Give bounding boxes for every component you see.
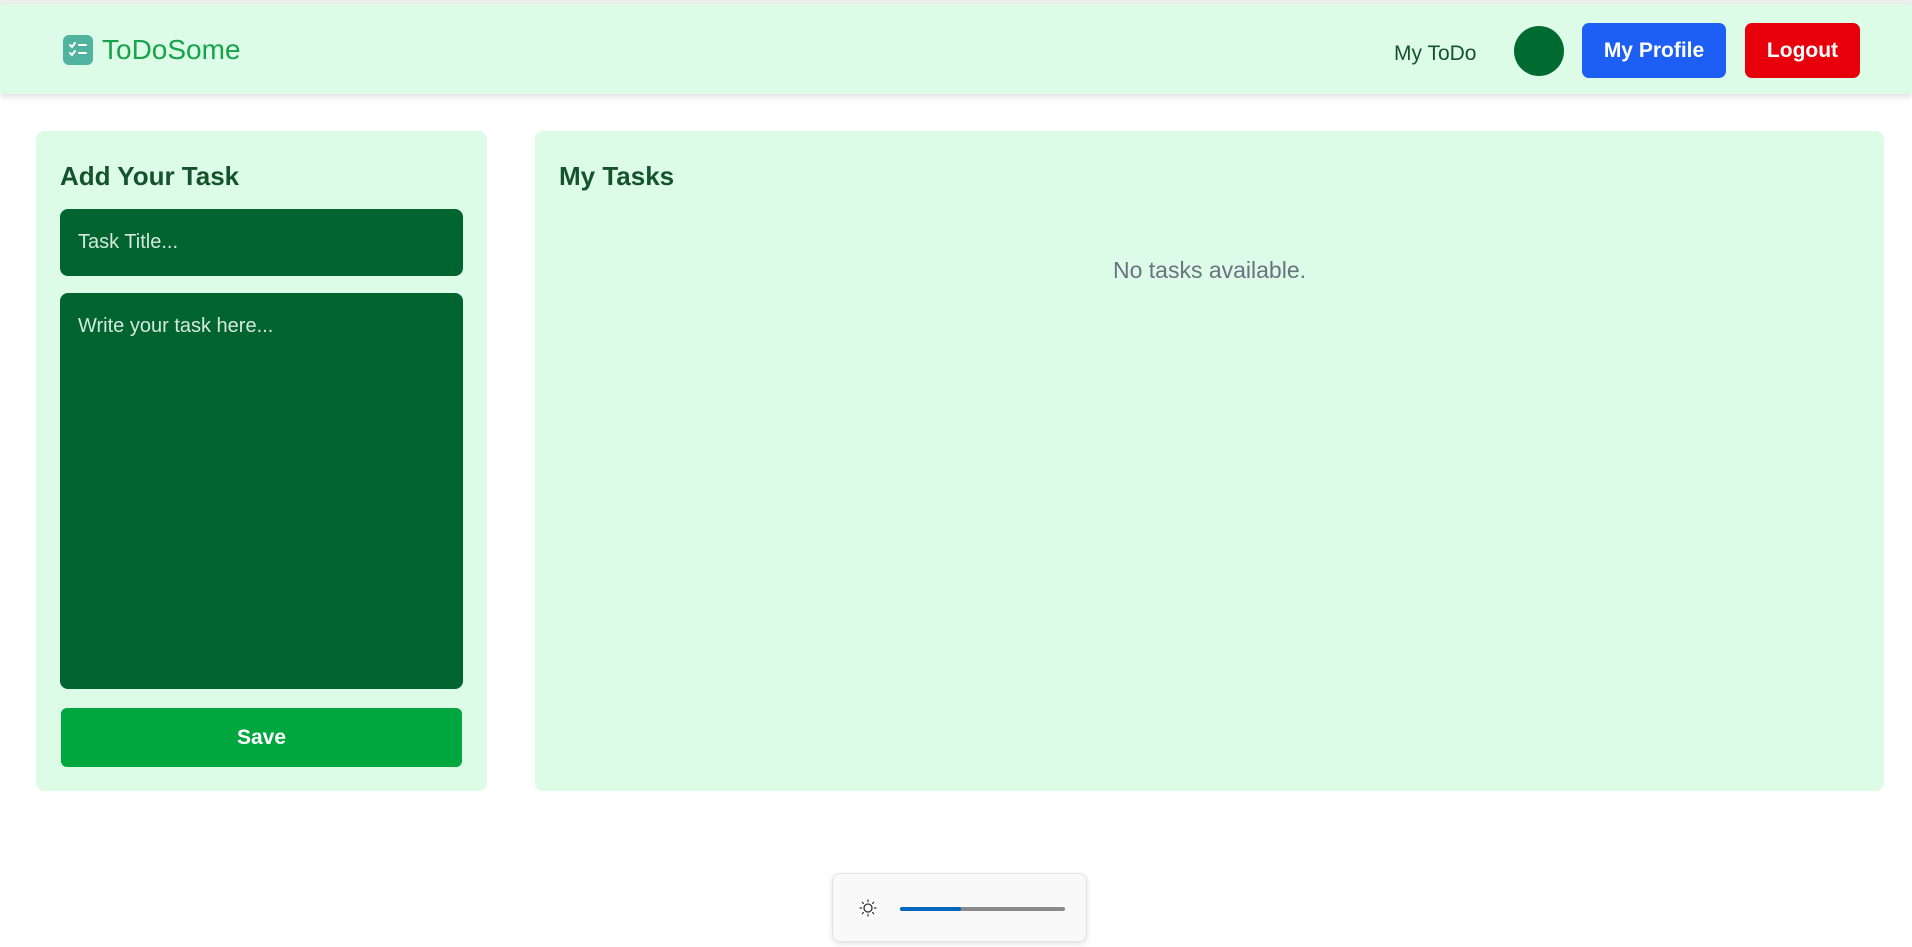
navbar: ToDoSome My ToDo My Profile Logout: [0, 4, 1912, 94]
brightness-slider[interactable]: [900, 907, 1065, 911]
brand-name: ToDoSome: [102, 34, 241, 65]
logout-button[interactable]: Logout: [1745, 23, 1860, 78]
brand-logo[interactable]: ToDoSome: [63, 34, 241, 66]
task-title-input[interactable]: [60, 209, 463, 276]
empty-tasks-message: No tasks available.: [1112, 257, 1307, 283]
my-tasks-panel: My Tasks No tasks available.: [535, 131, 1884, 791]
brightness-flyout: [832, 873, 1087, 942]
brightness-slider-fill: [900, 907, 962, 911]
sun-icon: [859, 899, 877, 917]
add-task-heading: Add Your Task: [60, 161, 240, 191]
nav-link-my-todo[interactable]: My ToDo: [1394, 42, 1476, 66]
my-tasks-heading: My Tasks: [559, 161, 675, 191]
save-button[interactable]: Save: [61, 708, 462, 767]
my-profile-button[interactable]: My Profile: [1582, 23, 1726, 78]
add-task-panel: Add Your Task Save: [36, 131, 487, 791]
avatar[interactable]: [1514, 26, 1564, 76]
task-body-textarea[interactable]: [60, 293, 463, 689]
checklist-icon: [63, 35, 93, 65]
